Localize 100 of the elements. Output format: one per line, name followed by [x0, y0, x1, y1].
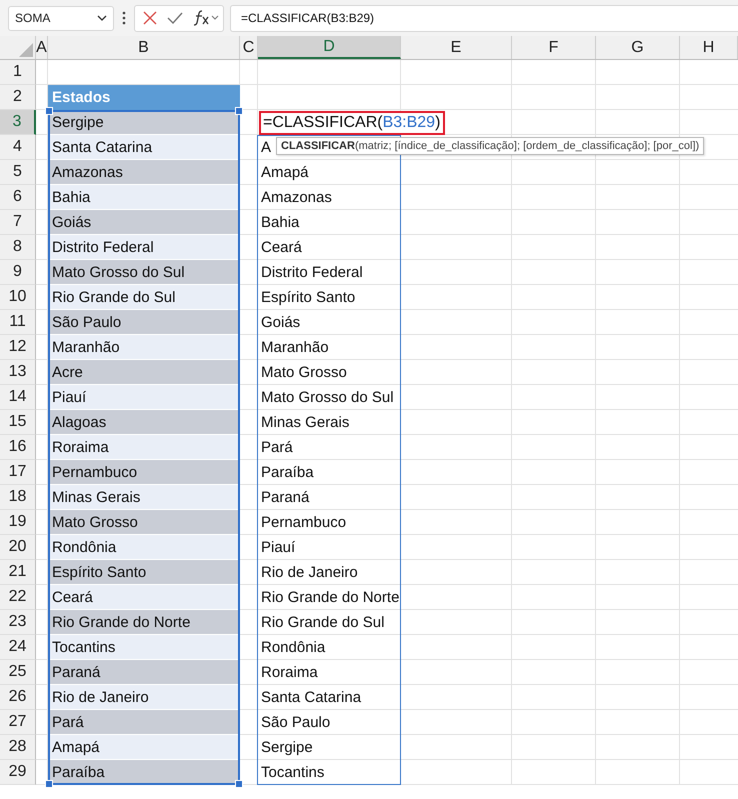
row-header[interactable]: 22: [0, 585, 36, 610]
table-cell: Maranhão: [261, 339, 329, 356]
row-header[interactable]: 10: [0, 285, 36, 310]
table-cell: Bahia: [261, 214, 300, 231]
table-cell: Ceará: [48, 585, 240, 610]
table-cell: Piauí: [261, 539, 296, 556]
row-header[interactable]: 4: [0, 135, 36, 160]
table-cell: São Paulo: [48, 310, 240, 335]
table-cell: Goiás: [261, 314, 300, 331]
formula-bar[interactable]: =CLASSIFICAR(B3:B29): [230, 4, 738, 32]
table-cell: Minas Gerais: [48, 485, 240, 510]
row-header[interactable]: 5: [0, 160, 36, 185]
row-header[interactable]: 11: [0, 310, 36, 335]
row-header[interactable]: 18: [0, 485, 36, 510]
table-cell: Amapá: [261, 164, 309, 181]
selection-handle[interactable]: [235, 780, 243, 788]
table-header-cell: Estados: [48, 85, 240, 110]
table-cell: Rio Grande do Norte: [261, 589, 400, 606]
table-cell: Pará: [261, 439, 293, 456]
table-cell: Distrito Federal: [261, 264, 363, 281]
name-box[interactable]: SOMA: [8, 6, 114, 30]
selection-handle[interactable]: [45, 780, 53, 788]
column-header[interactable]: F: [512, 36, 596, 59]
table-cell: Espírito Santo: [48, 560, 240, 585]
row-header[interactable]: 3: [0, 110, 36, 135]
table-cell: Rio de Janeiro: [261, 564, 358, 581]
row-header[interactable]: 9: [0, 260, 36, 285]
table-cell: Tocantins: [48, 635, 240, 660]
row-header[interactable]: 27: [0, 710, 36, 735]
more-icon[interactable]: [122, 11, 126, 25]
table-cell: Mato Grosso: [48, 510, 240, 535]
table-cell: Paraíba: [261, 464, 314, 481]
cancel-icon[interactable]: [143, 11, 157, 25]
table-cell: Amapá: [48, 735, 240, 760]
table-cell: Alagoas: [48, 410, 240, 435]
selection-handle[interactable]: [45, 107, 53, 115]
selection-handle[interactable]: [235, 107, 243, 115]
table-cell: Rondônia: [48, 535, 240, 560]
table-cell: Rio de Janeiro: [48, 685, 240, 710]
table-cell: Amazonas: [261, 189, 332, 206]
table-cell: Paraná: [48, 660, 240, 685]
table-cell: Mato Grosso do Sul: [48, 260, 240, 285]
table-cell: Goiás: [48, 210, 240, 235]
row-header[interactable]: 20: [0, 535, 36, 560]
row-header[interactable]: 25: [0, 660, 36, 685]
table-cell: Paraná: [261, 489, 310, 506]
row-header[interactable]: 28: [0, 735, 36, 760]
table-cell: Minas Gerais: [261, 414, 350, 431]
formula-text[interactable]: =CLASSIFICAR(B3:B29): [259, 110, 446, 134]
row-header[interactable]: 2: [0, 85, 36, 110]
table-cell: Santa Catarina: [261, 689, 362, 706]
table-cell: Maranhão: [48, 335, 240, 360]
function-icon[interactable]: [193, 10, 219, 26]
table-cell: Sergipe: [261, 739, 313, 756]
row-header[interactable]: 17: [0, 460, 36, 485]
row-header[interactable]: 16: [0, 435, 36, 460]
table-cell: Paraíba: [48, 760, 240, 785]
column-header[interactable]: H: [680, 36, 738, 59]
row-header[interactable]: 24: [0, 635, 36, 660]
row-header[interactable]: 1: [0, 60, 36, 85]
table-cell: Amazonas: [48, 160, 240, 185]
table-cell: Rio Grande do Sul: [261, 614, 384, 631]
column-header[interactable]: D: [258, 36, 401, 59]
table-cell: Acre: [48, 360, 240, 385]
table-cell: Pernambuco: [48, 460, 240, 485]
row-header[interactable]: 15: [0, 410, 36, 435]
table-cell: Piauí: [48, 385, 240, 410]
table-cell: Roraima: [48, 435, 240, 460]
column-header[interactable]: B: [48, 36, 240, 59]
row-header[interactable]: 26: [0, 685, 36, 710]
table-cell: Rio Grande do Sul: [48, 285, 240, 310]
row-header[interactable]: 8: [0, 235, 36, 260]
table-cell: Ceará: [261, 239, 302, 256]
row-header[interactable]: 21: [0, 560, 36, 585]
check-icon[interactable]: [167, 12, 183, 24]
table-cell: Pará: [48, 710, 240, 735]
row-header[interactable]: 12: [0, 335, 36, 360]
table-cell: Rio Grande do Norte: [48, 610, 240, 635]
table-cell: Espírito Santo: [261, 289, 356, 306]
table-cell: Pernambuco: [261, 514, 346, 531]
row-header[interactable]: 13: [0, 360, 36, 385]
row-header[interactable]: 7: [0, 210, 36, 235]
table-cell: Santa Catarina: [48, 135, 240, 160]
table-cell: Mato Grosso: [261, 364, 347, 381]
table-cell: Rondônia: [261, 639, 326, 656]
chevron-down-icon: [97, 15, 107, 21]
row-header[interactable]: 14: [0, 385, 36, 410]
function-tooltip: CLASSIFICAR(matriz; [índice_de_classificação]; [ordem_de_classificação]; [por_col]): [276, 137, 704, 155]
column-header[interactable]: G: [596, 36, 680, 59]
column-header[interactable]: E: [401, 36, 512, 59]
row-header[interactable]: 23: [0, 610, 36, 635]
row-header[interactable]: 6: [0, 185, 36, 210]
table-cell: Roraima: [261, 664, 318, 681]
table-cell: Tocantins: [261, 764, 324, 781]
table-cell: São Paulo: [261, 714, 330, 731]
column-header[interactable]: A: [36, 36, 48, 59]
table-cell: Sergipe: [48, 110, 240, 135]
row-header[interactable]: 19: [0, 510, 36, 535]
table-cell: Bahia: [48, 185, 240, 210]
row-header[interactable]: 29: [0, 760, 36, 785]
